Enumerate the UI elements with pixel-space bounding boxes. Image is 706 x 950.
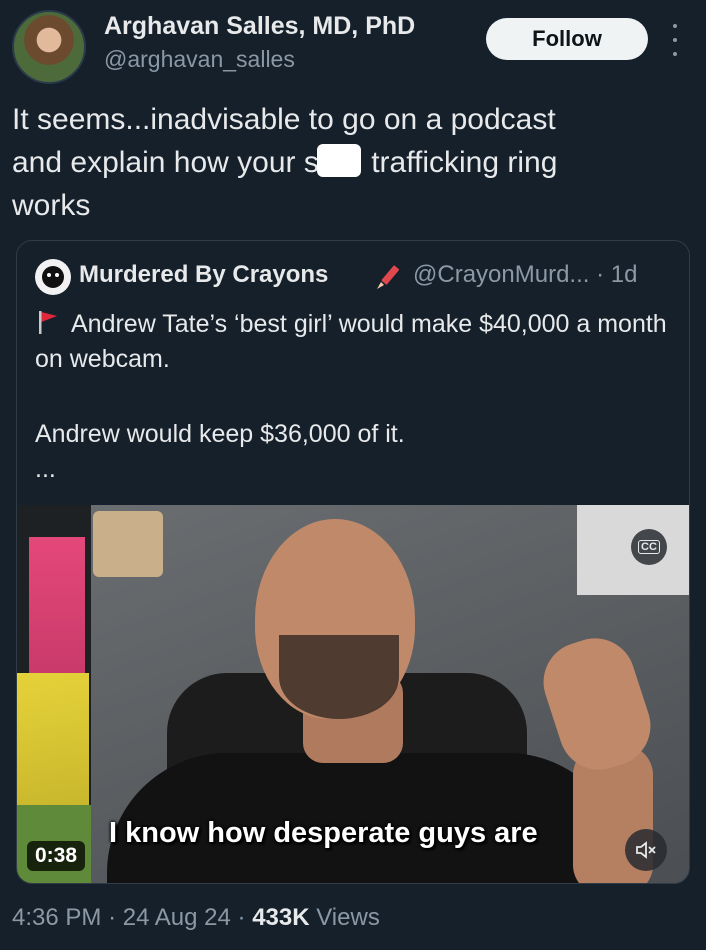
cc-icon[interactable]: CC [631, 529, 667, 565]
follow-button[interactable]: Follow [486, 18, 648, 60]
quoted-tweet-card[interactable]: Murdered By Crayons @CrayonMurd... · 1d … [16, 240, 690, 884]
video-sofa [93, 511, 163, 577]
author-handle[interactable]: @arghavan_salles [104, 46, 295, 73]
more-icon[interactable] [668, 24, 682, 56]
author-avatar[interactable] [12, 10, 86, 84]
views-count: 433K [252, 904, 310, 931]
redaction-box [316, 144, 361, 177]
tweet-line-2-start: and explain how your [12, 146, 304, 179]
tweet-line-2-end: trafficking ring [362, 146, 558, 179]
quoted-author-avatar[interactable] [35, 259, 71, 295]
tweet-line-2: and explain how your s trafficking ring [12, 141, 692, 184]
video-artwork-pink [29, 537, 85, 673]
video-subtitle: I know how desperate guys are [109, 817, 538, 849]
author-name[interactable]: Arghavan Salles, MD, PhD [104, 12, 415, 41]
views-label: Views [316, 904, 380, 931]
tweet-time[interactable]: 4:36 PM [12, 904, 101, 931]
quoted-ellipsis: ... [35, 455, 56, 483]
tweet-date[interactable]: 24 Aug 24 [123, 904, 231, 931]
quoted-line-2: Andrew would keep $36,000 of it. [35, 420, 405, 448]
quoted-author-name[interactable]: Murdered By Crayons [79, 261, 328, 289]
video-person-beard [279, 635, 399, 719]
video-duration-badge: 0:38 [27, 841, 86, 871]
meta-separator: · [237, 904, 246, 931]
tweet-line-3: works [12, 189, 91, 222]
cc-label: CC [638, 540, 660, 554]
quoted-line-1-text: Andrew Tate’s ‘best girl’ would make $40… [35, 310, 667, 373]
video-artwork-yellow [17, 673, 89, 823]
crayon-icon [377, 265, 400, 289]
quoted-timestamp: · 1d [596, 261, 638, 288]
mute-icon[interactable] [625, 829, 667, 871]
flag-icon [39, 311, 57, 334]
meta-separator: · [108, 904, 117, 931]
tweet-text: It seems...inadvisable to go on a podcas… [12, 98, 692, 227]
tweet-meta: 4:36 PM · 24 Aug 24 · 433K Views [12, 904, 380, 932]
quoted-handle-text: @CrayonMurd... [413, 261, 590, 288]
video-player[interactable]: CC I know how desperate guys are 0:38 [17, 505, 689, 883]
tweet-line-1: It seems...inadvisable to go on a podcas… [12, 103, 556, 136]
quoted-line-1: Andrew Tate’s ‘best girl’ would make $40… [35, 307, 675, 377]
quoted-author-handle[interactable]: @CrayonMurd... · 1d [413, 261, 637, 289]
quoted-tweet-text: Andrew Tate’s ‘best girl’ would make $40… [35, 307, 675, 487]
